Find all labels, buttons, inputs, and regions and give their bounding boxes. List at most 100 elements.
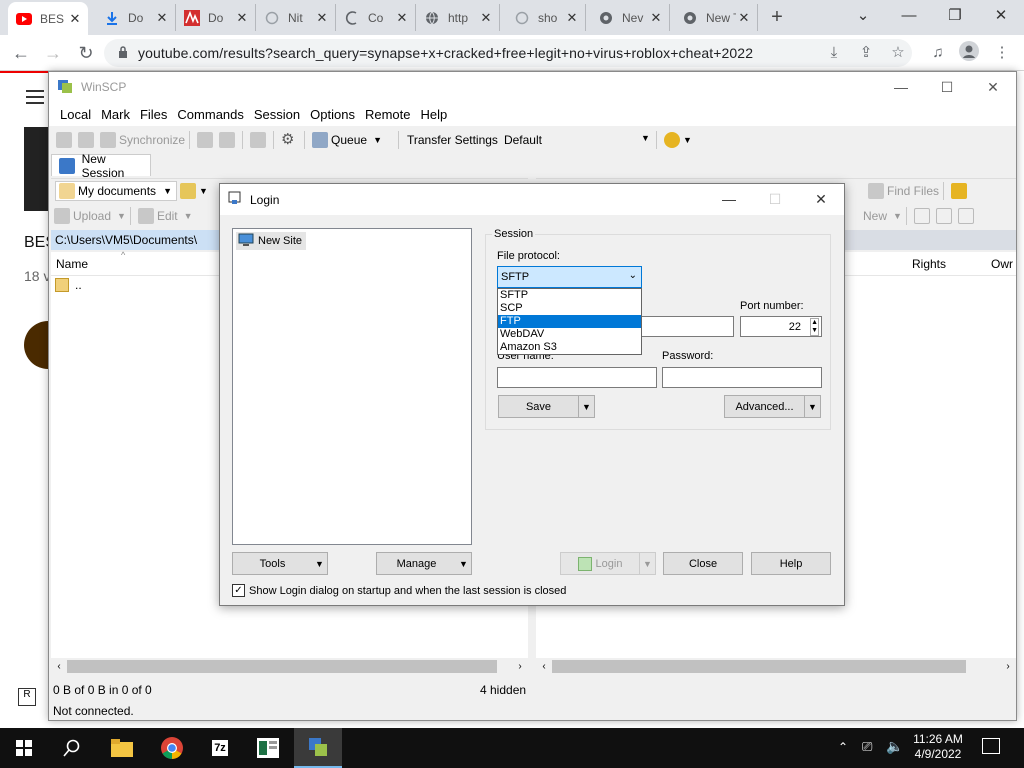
find-files-button[interactable]: Find Files bbox=[887, 184, 939, 198]
profile-avatar-icon[interactable] bbox=[957, 41, 981, 65]
menu-remote[interactable]: Remote bbox=[360, 107, 416, 122]
manage-button[interactable]: Manage ▼ bbox=[376, 552, 472, 575]
notifications-icon[interactable] bbox=[982, 738, 1000, 754]
upload-icon[interactable] bbox=[54, 208, 70, 224]
close-icon[interactable]: ✕ bbox=[67, 11, 83, 27]
tab-new-2[interactable]: New Tal ✕ bbox=[674, 4, 758, 31]
reload-button[interactable]: ↻ bbox=[73, 41, 99, 65]
new-tab-button[interactable]: + bbox=[765, 6, 789, 28]
site-tree-item-new-site[interactable]: New Site bbox=[236, 232, 307, 250]
minimize-button[interactable]: — bbox=[894, 4, 924, 28]
menu-help[interactable]: Help bbox=[415, 107, 452, 122]
chevron-down-icon[interactable]: ▼ bbox=[805, 396, 820, 417]
tab-brand[interactable]: Do ✕ bbox=[176, 4, 256, 31]
close-icon[interactable]: ✕ bbox=[314, 10, 330, 26]
close-icon[interactable]: ✕ bbox=[394, 10, 410, 26]
column-name[interactable]: Name bbox=[56, 257, 88, 271]
user-name-input[interactable] bbox=[497, 367, 657, 388]
close-window-button[interactable]: ✕ bbox=[986, 4, 1016, 28]
password-input[interactable] bbox=[662, 367, 822, 388]
tab-youtube[interactable]: BES ✕ bbox=[8, 2, 88, 35]
tab-loading-1[interactable]: Nit ✕ bbox=[256, 4, 336, 31]
forward-button[interactable]: → bbox=[40, 41, 66, 65]
new-session-tab[interactable]: New Session bbox=[51, 152, 151, 180]
close-button[interactable]: Close bbox=[663, 552, 743, 575]
browser-menu-icon[interactable]: ⋮ bbox=[990, 41, 1014, 65]
refresh-icon[interactable] bbox=[846, 183, 862, 199]
console-icon[interactable] bbox=[197, 132, 214, 148]
menu-files[interactable]: Files bbox=[135, 107, 172, 122]
winscp-close-button[interactable]: ✕ bbox=[970, 72, 1016, 102]
protocol-option-amazon-s3[interactable]: Amazon S3 bbox=[498, 341, 641, 354]
scroll-left-icon[interactable]: ‹ bbox=[51, 661, 67, 672]
start-button[interactable] bbox=[0, 728, 48, 768]
new-button[interactable]: New bbox=[863, 209, 887, 223]
clock[interactable]: 11:26 AM 4/9/2022 bbox=[910, 732, 966, 762]
sync-browse-icon[interactable] bbox=[78, 132, 94, 148]
queue-icon[interactable] bbox=[312, 132, 329, 148]
media-control-icon[interactable]: ♫ bbox=[926, 41, 950, 65]
search-icon[interactable] bbox=[48, 728, 96, 768]
preferences-gear-icon[interactable]: ⚙ bbox=[281, 132, 297, 148]
hidden-count[interactable]: 4 hidden bbox=[480, 683, 526, 697]
menu-commands[interactable]: Commands bbox=[172, 107, 248, 122]
winscp-maximize-button[interactable]: ☐ bbox=[924, 72, 970, 102]
scroll-right-icon[interactable]: › bbox=[512, 661, 528, 672]
install-icon[interactable]: ⤓ bbox=[822, 41, 846, 65]
synchronize-button[interactable]: Synchronize bbox=[119, 133, 185, 147]
tab-search-chevron-icon[interactable]: ⌄ bbox=[848, 4, 878, 28]
scroll-left-icon[interactable]: ‹ bbox=[536, 661, 552, 672]
synchronize-icon[interactable] bbox=[100, 132, 116, 148]
edit-icon[interactable] bbox=[137, 208, 154, 224]
scroll-thumb[interactable] bbox=[67, 660, 497, 673]
bookmark-star-icon[interactable]: ☆ bbox=[886, 41, 910, 65]
tab-loading-2[interactable]: Co ✕ bbox=[336, 4, 416, 31]
site-tree[interactable]: New Site bbox=[232, 228, 472, 545]
menu-mark[interactable]: Mark bbox=[96, 107, 135, 122]
tab-new-1[interactable]: Nev ✕ bbox=[590, 4, 670, 31]
filter-icon[interactable] bbox=[957, 208, 974, 224]
advanced-button[interactable]: Advanced... ▼ bbox=[724, 395, 821, 418]
close-icon[interactable]: ✕ bbox=[234, 10, 250, 26]
show-login-checkbox[interactable]: ✓ bbox=[232, 584, 245, 597]
transfer-settings-select[interactable]: Default ▼ bbox=[504, 133, 650, 147]
close-icon[interactable]: ✕ bbox=[478, 10, 494, 26]
close-icon[interactable]: ✕ bbox=[154, 10, 170, 26]
omnibox[interactable]: youtube.com/results?search_query=synapse… bbox=[104, 39, 912, 67]
open-folder-icon[interactable] bbox=[180, 182, 196, 199]
find-files-icon[interactable] bbox=[868, 182, 884, 199]
spreadsheet-app-icon[interactable] bbox=[244, 728, 292, 768]
scroll-thumb[interactable] bbox=[552, 660, 966, 673]
protocol-option-webdav[interactable]: WebDAV bbox=[498, 328, 641, 341]
tree-icon[interactable] bbox=[663, 132, 680, 148]
protocol-option-scp[interactable]: SCP bbox=[498, 302, 641, 315]
save-button[interactable]: Save ▼ bbox=[498, 395, 595, 418]
port-spinner-icon[interactable]: ▲ ▼ bbox=[810, 318, 819, 336]
winscp-taskbar-icon[interactable] bbox=[294, 728, 342, 768]
tools-button[interactable]: Tools ▼ bbox=[232, 552, 328, 575]
login-button[interactable]: Login ▼ bbox=[560, 552, 656, 575]
scroll-right-icon[interactable]: › bbox=[1000, 661, 1016, 672]
video-thumbnail[interactable] bbox=[24, 127, 48, 211]
close-icon[interactable]: ✕ bbox=[564, 10, 580, 26]
tab-loading-3[interactable]: sho ✕ bbox=[506, 4, 586, 31]
tray-chevron-up-icon[interactable]: ⌃ bbox=[838, 740, 848, 754]
close-icon[interactable]: ✕ bbox=[736, 10, 752, 26]
network-icon[interactable]: ⎚ bbox=[862, 739, 872, 755]
chrome-icon[interactable] bbox=[148, 728, 196, 768]
tab-download[interactable]: Do ✕ bbox=[96, 4, 176, 31]
remote-hscrollbar[interactable]: ‹ › bbox=[536, 658, 1016, 675]
tab-http[interactable]: http ✕ bbox=[416, 4, 500, 31]
share-icon[interactable]: ⇪ bbox=[854, 41, 878, 65]
show-login-checkbox-row[interactable]: ✓ Show Login dialog on startup and when … bbox=[232, 584, 566, 597]
protocol-option-ftp[interactable]: FTP bbox=[498, 315, 641, 328]
close-icon[interactable]: ✕ bbox=[648, 10, 664, 26]
tree-view-icon[interactable] bbox=[951, 182, 968, 199]
chevron-down-icon[interactable]: ▼ bbox=[373, 135, 382, 145]
putty-icon[interactable] bbox=[219, 132, 236, 148]
back-button[interactable]: ← bbox=[8, 41, 34, 65]
restore-button[interactable]: ❐ bbox=[940, 4, 970, 28]
report-icon[interactable]: R bbox=[18, 688, 36, 706]
menu-local[interactable]: Local bbox=[55, 107, 96, 122]
compare-dirs-icon[interactable] bbox=[56, 132, 72, 148]
